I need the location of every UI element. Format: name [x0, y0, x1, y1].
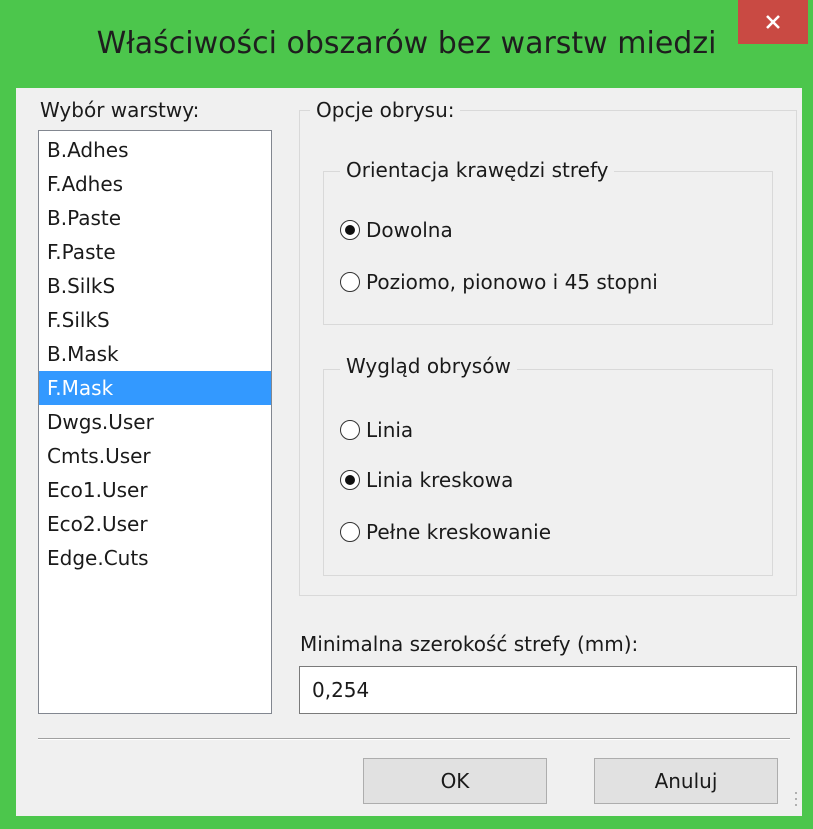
outline-options-title: Opcje obrysu: [310, 98, 461, 122]
layer-list-item[interactable]: Edge.Cuts [39, 541, 271, 575]
layer-list-item[interactable]: B.Mask [39, 337, 271, 371]
layer-list-item[interactable]: F.Paste [39, 235, 271, 269]
min-width-input[interactable]: 0,254 [299, 666, 797, 714]
layer-list-item[interactable]: Eco2.User [39, 507, 271, 541]
layer-list-item[interactable]: B.Paste [39, 201, 271, 235]
title-bar[interactable]: Właściwości obszarów bez warstw miedzi [0, 0, 813, 88]
radio-orientation-any-circle [340, 220, 360, 240]
layer-select-label: Wybór warstwy: [40, 98, 200, 122]
layer-list-item[interactable]: Cmts.User [39, 439, 271, 473]
radio-appearance-hatched-circle [340, 470, 360, 490]
dialog-client-area: Wybór warstwy: B.Adhes F.Adhes B.Paste F.Pa… [16, 88, 802, 816]
layer-list-item[interactable]: Dwgs.User [39, 405, 271, 439]
radio-appearance-full-hatch[interactable]: Pełne kreskowanie [340, 520, 551, 544]
dialog-window: Właściwości obszarów bez warstw miedzi W… [0, 0, 813, 829]
layer-listbox[interactable]: B.Adhes F.Adhes B.Paste F.Paste B.SilkS F.Sil… [38, 130, 272, 714]
resize-grip-icon[interactable] [792, 790, 800, 812]
divider [38, 738, 790, 740]
close-icon [766, 15, 780, 29]
layer-list-item[interactable]: F.SilkS [39, 303, 271, 337]
radio-appearance-line-circle [340, 420, 360, 440]
cancel-button[interactable]: Anuluj [594, 758, 778, 804]
ok-button[interactable]: OK [363, 758, 547, 804]
radio-orientation-45-label: Poziomo, pionowo i 45 stopni [366, 270, 658, 294]
min-width-label: Minimalna szerokość strefy (mm): [300, 632, 639, 656]
radio-appearance-line[interactable]: Linia [340, 418, 413, 442]
orientation-group [323, 171, 773, 325]
radio-appearance-line-label: Linia [366, 418, 414, 442]
radio-orientation-45[interactable]: Poziomo, pionowo i 45 stopni [340, 270, 658, 294]
radio-appearance-hatched-label: Linia kreskowa [366, 468, 514, 492]
appearance-title: Wygląd obrysów [340, 354, 517, 378]
radio-appearance-full-hatch-circle [340, 522, 360, 542]
layer-list-item[interactable]: F.Mask [39, 371, 271, 405]
radio-orientation-any[interactable]: Dowolna [340, 218, 453, 242]
radio-appearance-full-hatch-label: Pełne kreskowanie [366, 520, 552, 544]
layer-list-item[interactable]: F.Adhes [39, 167, 271, 201]
radio-orientation-45-circle [340, 272, 360, 292]
layer-list-item[interactable]: B.Adhes [39, 133, 271, 167]
orientation-title: Orientacja krawędzi strefy [340, 158, 615, 182]
radio-appearance-hatched[interactable]: Linia kreskowa [340, 468, 513, 492]
radio-orientation-any-label: Dowolna [366, 218, 453, 242]
layer-list-item[interactable]: Eco1.User [39, 473, 271, 507]
close-button[interactable] [738, 0, 808, 44]
window-title: Właściwości obszarów bez warstw miedzi [96, 26, 717, 61]
layer-list-item[interactable]: B.SilkS [39, 269, 271, 303]
